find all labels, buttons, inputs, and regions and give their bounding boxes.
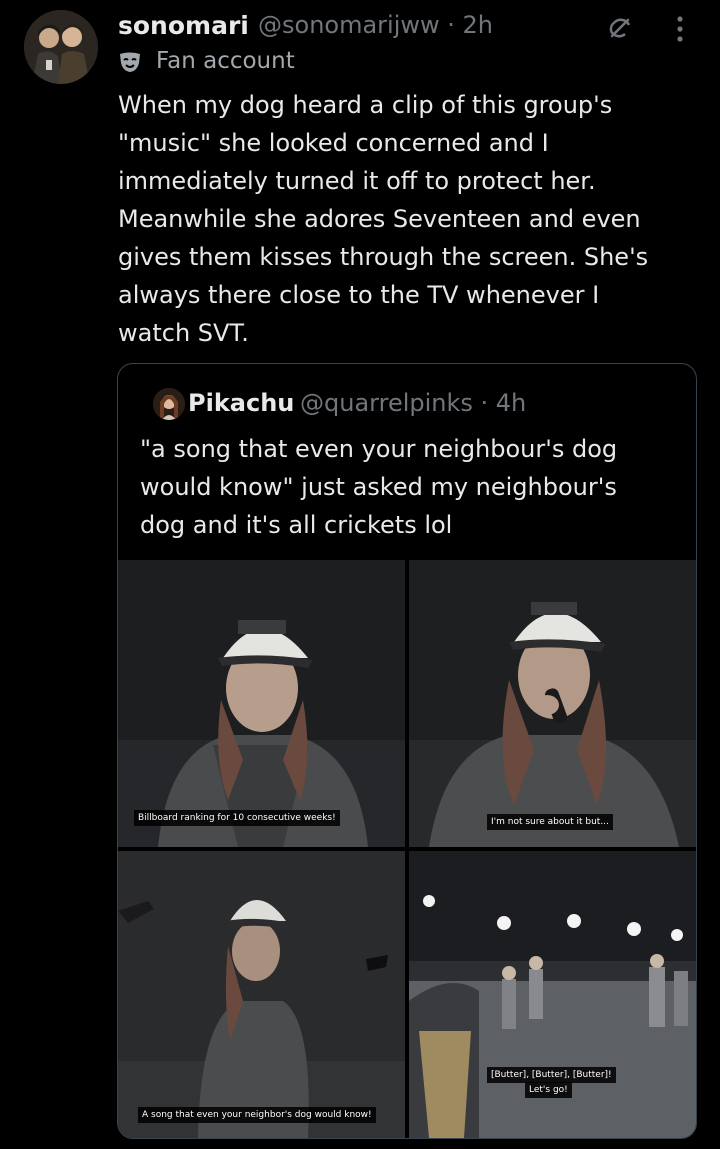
quoted-author-display-name: Pikachu [188,389,295,417]
tweet-text-line: "music" she looked concerned and I [118,129,549,157]
media-caption-2: I'm not sure about it but... [487,814,613,830]
quoted-text-line: dog and it's all crickets lol [140,511,453,539]
tweet-text-line: immediately turned it off to protect her… [118,167,596,195]
media-image-4[interactable]: [Butter], [Butter], [Butter]! Let's go! [409,851,696,1138]
tweet-text-line: When my dog heard a clip of this group's [118,91,613,119]
grok-icon[interactable] [604,12,636,44]
media-image-1[interactable]: Billboard ranking for 10 consecutive wee… [118,560,405,847]
media-image-2[interactable]: I'm not sure about it but... [409,560,696,847]
author-handle-timestamp[interactable]: @sonomarijww · 2h [258,11,493,39]
quoted-author-avatar [153,388,185,420]
author-display-name[interactable]: sonomari [118,11,249,40]
tweet-text-line: always there close to the TV whenever I [118,281,600,309]
quoted-text-line: would know" just asked my neighbour's [140,473,617,501]
author-avatar[interactable] [24,10,98,84]
media-caption-1: Billboard ranking for 10 consecutive wee… [134,810,340,826]
quoted-tweet-text: "a song that even your neighbour's dog w… [140,430,680,544]
tweet-text: When my dog heard a clip of this group's… [118,86,698,352]
more-options-icon[interactable] [674,14,686,44]
quoted-text-line: "a song that even your neighbour's dog [140,435,618,463]
quoted-author-handle-timestamp: @quarrelpinks · 4h [300,389,527,417]
account-label-text: Fan account [156,48,295,74]
tweet-text-line: Meanwhile she adores Seventeen and even [118,205,641,233]
quoted-tweet[interactable]: Pikachu @quarrelpinks · 4h "a song that … [117,363,697,1139]
media-image-3[interactable]: A song that even your neighbor's dog wou… [118,851,405,1138]
tweet-header: sonomari @sonomarijww · 2h [118,6,700,46]
tweet-text-line: watch SVT. [118,319,249,347]
media-caption-3: A song that even your neighbor's dog wou… [138,1107,376,1123]
media-caption-4: [Butter], [Butter], [Butter]! [487,1067,616,1083]
mask-icon [118,50,142,74]
tweet-text-line: gives them kisses through the screen. Sh… [118,243,649,271]
media-caption-5: Let's go! [525,1082,572,1098]
quoted-media-grid[interactable]: Billboard ranking for 10 consecutive wee… [118,560,696,1138]
